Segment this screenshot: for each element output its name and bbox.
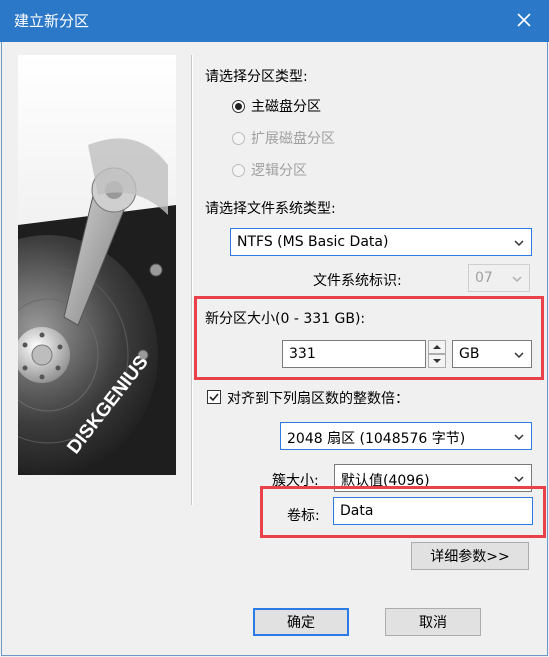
radio-label: 逻辑分区 bbox=[251, 163, 307, 179]
cancel-button[interactable]: 取消 bbox=[385, 608, 481, 636]
details-button[interactable]: 详细参数>> bbox=[411, 542, 529, 570]
size-stepper[interactable] bbox=[428, 340, 446, 368]
size-input[interactable]: 331 bbox=[282, 340, 426, 368]
filesystem-id-label: 文件系统标识: bbox=[313, 273, 402, 289]
alignment-value: 2048 扇区 (1048576 字节) bbox=[287, 431, 466, 447]
title-bar: 建立新分区 bbox=[0, 0, 549, 42]
close-icon[interactable] bbox=[513, 9, 535, 31]
size-unit-value: GB bbox=[459, 346, 480, 362]
separator bbox=[191, 55, 193, 505]
align-checkbox[interactable] bbox=[207, 390, 221, 404]
radio-extended-partition[interactable]: 扩展磁盘分区 bbox=[232, 128, 335, 148]
caret-up-icon bbox=[433, 345, 441, 349]
filesystem-select[interactable]: NTFS (MS Basic Data) bbox=[230, 228, 532, 256]
alignment-select[interactable]: 2048 扇区 (1048576 字节) bbox=[280, 422, 532, 450]
filesystem-value: NTFS (MS Basic Data) bbox=[237, 234, 389, 250]
radio-label: 主磁盘分区 bbox=[251, 99, 321, 115]
hard-disk-illustration: DISKGENIUS bbox=[18, 55, 176, 475]
ok-button[interactable]: 确定 bbox=[253, 608, 349, 636]
radio-button[interactable] bbox=[232, 163, 245, 177]
filesystem-id-value: 07 bbox=[475, 270, 493, 286]
chevron-down-icon bbox=[514, 476, 524, 483]
radio-button[interactable] bbox=[232, 99, 245, 113]
volume-value: Data bbox=[340, 503, 374, 519]
partition-type-heading: 请选择分区类型: bbox=[205, 69, 308, 85]
chevron-down-icon bbox=[512, 276, 522, 283]
increment-button[interactable] bbox=[428, 340, 446, 354]
caret-down-icon bbox=[433, 359, 441, 363]
filesystem-heading: 请选择文件系统类型: bbox=[205, 201, 336, 217]
size-unit-select[interactable]: GB bbox=[452, 340, 532, 368]
size-value: 331 bbox=[289, 346, 316, 362]
volume-input[interactable]: Data bbox=[333, 497, 533, 525]
chevron-down-icon bbox=[514, 240, 524, 247]
volume-label: 卷标: bbox=[287, 508, 320, 524]
radio-primary-partition[interactable]: 主磁盘分区 bbox=[232, 96, 321, 116]
align-label: 对齐到下列扇区数的整数倍： bbox=[227, 391, 409, 407]
check-icon bbox=[209, 393, 219, 402]
radio-logical-partition[interactable]: 逻辑分区 bbox=[232, 160, 307, 180]
chevron-down-icon bbox=[514, 352, 524, 359]
decrement-button[interactable] bbox=[428, 354, 446, 368]
size-label: 新分区大小(0 - 331 GB): bbox=[205, 311, 366, 327]
filesystem-id-select[interactable]: 07 bbox=[468, 264, 530, 292]
chevron-down-icon bbox=[514, 434, 524, 441]
radio-button[interactable] bbox=[232, 131, 245, 145]
window-title: 建立新分区 bbox=[14, 12, 90, 30]
radio-label: 扩展磁盘分区 bbox=[251, 131, 335, 147]
